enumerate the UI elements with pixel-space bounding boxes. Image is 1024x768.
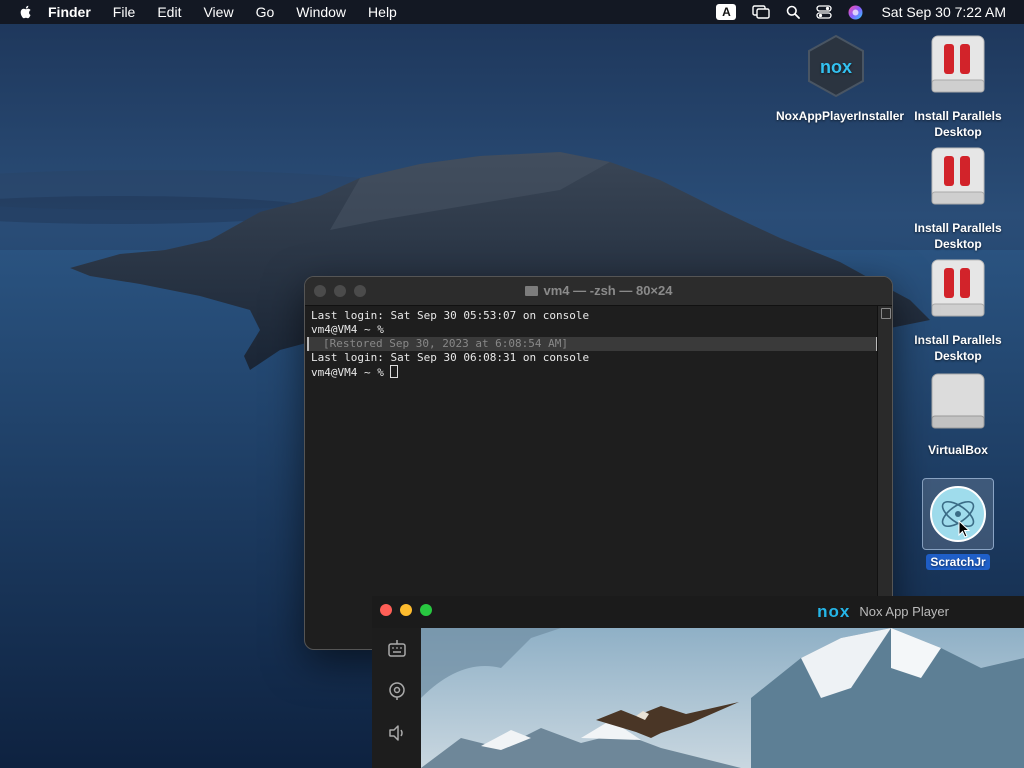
zoom-button[interactable] (420, 604, 432, 616)
menu-window[interactable]: Window (296, 4, 346, 20)
scroll-marker-icon[interactable] (881, 308, 891, 319)
siri-icon[interactable] (848, 5, 863, 20)
desktop-icon-parallels-1[interactable]: Install Parallels Desktop (898, 34, 1018, 140)
keyboard-icon (387, 640, 406, 657)
desktop-icon-parallels-3[interactable]: Install Parallels Desktop (898, 258, 1018, 364)
desktop-icon-label: Install Parallels Desktop (914, 221, 1002, 251)
terminal-line: Last login: Sat Sep 30 05:53:07 on conso… (311, 309, 590, 322)
menu-view[interactable]: View (203, 4, 233, 20)
menu-go[interactable]: Go (256, 4, 275, 20)
mountain-eagle-wallpaper (421, 628, 1024, 768)
nox-installer-icon: nox (808, 34, 864, 98)
terminal-line: vm4@VM4 ~ % (311, 323, 384, 336)
terminal-prompt-line: vm4@VM4 ~ % (311, 365, 872, 379)
search-icon[interactable] (786, 5, 801, 19)
close-button[interactable] (380, 604, 392, 616)
nox-screen[interactable] (421, 628, 1024, 768)
terminal-titlebar[interactable]: vm4 — -zsh — 80×24 (305, 277, 892, 306)
disk-image-icon (931, 373, 985, 429)
screen-mirroring-icon[interactable] (752, 5, 771, 19)
desktop-icon-label: VirtualBox (928, 443, 988, 457)
menu-file[interactable]: File (113, 4, 136, 20)
minimize-button[interactable] (400, 604, 412, 616)
volume-button[interactable] (372, 712, 421, 754)
terminal-prompt: vm4@VM4 ~ % (311, 366, 391, 379)
desktop-icon-label: ScratchJr (926, 554, 990, 570)
desktop-icon-parallels-2[interactable]: Install Parallels Desktop (898, 146, 1018, 252)
menu-finder[interactable]: Finder (48, 4, 91, 20)
apple-icon[interactable] (18, 4, 34, 20)
menu-edit[interactable]: Edit (157, 4, 181, 20)
desktop-icon-label: Install Parallels Desktop (914, 333, 1002, 363)
parallels-disk-icon (931, 35, 985, 93)
svg-text:nox: nox (820, 57, 852, 77)
input-source-badge[interactable]: A (716, 4, 737, 20)
parallels-disk-icon (931, 259, 985, 317)
terminal-line: Last login: Sat Sep 30 06:08:31 on conso… (311, 351, 590, 364)
parallels-disk-icon (931, 147, 985, 205)
folder-icon (524, 286, 538, 296)
mouse-pointer-icon (958, 520, 970, 538)
desktop-icon-label: Install Parallels Desktop (914, 109, 1002, 139)
menu-help[interactable]: Help (368, 4, 397, 20)
nox-title: nox Nox App Player (817, 596, 949, 628)
terminal-restored-line: [Restored Sep 30, 2023 at 6:08:54 AM] (307, 337, 878, 351)
desktop-icon-label: NoxAppPlayerInstaller (776, 109, 905, 123)
menu-clock[interactable]: Sat Sep 30 7:22 AM (881, 4, 1006, 20)
text-cursor (390, 365, 399, 378)
control-center-icon[interactable] (816, 5, 833, 19)
nox-title-text: Nox App Player (859, 604, 949, 619)
desktop-icon-virtualbox[interactable]: VirtualBox (898, 372, 1018, 458)
nox-sidebar (372, 628, 421, 768)
menu-bar: Finder File Edit View Go Window Help A S… (0, 0, 1024, 24)
terminal-title: vm4 — -zsh — 80×24 (305, 277, 892, 305)
desktop-icon-nox-installer[interactable]: nox NoxAppPlayerInstaller (776, 34, 905, 124)
location-button[interactable] (372, 670, 421, 712)
nox-titlebar[interactable]: nox Nox App Player (372, 596, 1024, 628)
window-controls (380, 604, 440, 616)
nox-app-player-window[interactable]: nox Nox App Player (372, 596, 1024, 768)
terminal-title-text: vm4 — -zsh — 80×24 (543, 283, 673, 298)
icon-selection-frame (922, 478, 994, 550)
keyboard-mapping-button[interactable] (372, 628, 421, 670)
nox-logo: nox (817, 602, 851, 621)
location-icon (388, 682, 405, 700)
terminal-window[interactable]: vm4 — -zsh — 80×24 Last login: Sat Sep 3… (304, 276, 893, 650)
speaker-icon (388, 725, 403, 741)
